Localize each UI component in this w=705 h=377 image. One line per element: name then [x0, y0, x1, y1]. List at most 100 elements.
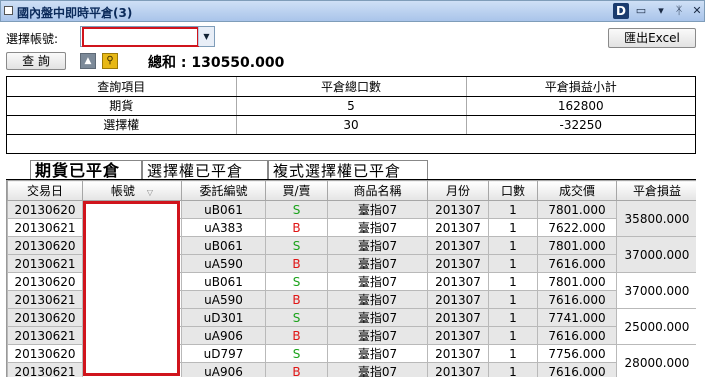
col-header-order-no[interactable]: 委託編號: [181, 180, 266, 201]
cell-price: 7616.000: [537, 290, 617, 309]
summary-cell: 5: [236, 96, 467, 116]
export-excel-button[interactable]: 匯出Excel: [608, 28, 696, 48]
cell-product: 臺指07: [327, 362, 428, 377]
grid-header-row: 交易日 帳號 ▽ 委託編號 買/賣 商品名稱 月份 口數 成交價 平倉損益: [7, 180, 696, 201]
summary-row[interactable]: 選擇權 30 -32250: [7, 115, 695, 135]
cell-product: 臺指07: [327, 200, 428, 219]
cell-pnl: 25000.000: [616, 308, 696, 345]
col-header-product[interactable]: 商品名稱: [327, 180, 428, 201]
cell-month: 201307: [427, 200, 489, 219]
cell-price: 7616.000: [537, 254, 617, 273]
col-header-price[interactable]: 成交價: [537, 180, 617, 201]
cell-side: S: [265, 200, 328, 219]
cell-product: 臺指07: [327, 290, 428, 309]
tab-futures-closed[interactable]: 期貨已平倉: [30, 160, 142, 180]
cell-price: 7756.000: [537, 344, 617, 363]
cell-month: 201307: [427, 344, 489, 363]
search-key-icon[interactable]: ⚲: [102, 53, 118, 69]
cell-side: B: [265, 362, 328, 377]
cell-side: S: [265, 236, 328, 255]
sort-icon[interactable]: ▽: [147, 188, 153, 197]
cell-date: 20130620: [7, 344, 83, 363]
title-bar: 國內盤中即時平倉(3) D ▭ ▾ ᛡ ✕: [0, 0, 705, 22]
cell-date: 20130620: [7, 236, 83, 255]
summary-header-row: 查詢項目 平倉總口數 平倉損益小計: [7, 77, 695, 97]
cell-qty: 1: [488, 200, 538, 219]
account-label: 選擇帳號:: [6, 32, 59, 46]
col-header-side[interactable]: 買/賣: [265, 180, 328, 201]
cell-product: 臺指07: [327, 326, 428, 345]
close-icon[interactable]: ✕: [689, 3, 705, 19]
cell-product: 臺指07: [327, 254, 428, 273]
cell-month: 201307: [427, 290, 489, 309]
cell-side: B: [265, 218, 328, 237]
cell-price: 7616.000: [537, 326, 617, 345]
col-header-account[interactable]: 帳號 ▽: [82, 180, 182, 201]
cell-date: 20130620: [7, 308, 83, 327]
window-title: 國內盤中即時平倉(3): [17, 6, 133, 20]
cell-product: 臺指07: [327, 308, 428, 327]
cell-qty: 1: [488, 218, 538, 237]
window-layout-icon[interactable]: ▭: [633, 3, 649, 19]
redacted-account-box: [82, 27, 199, 47]
cell-date: 20130620: [7, 200, 83, 219]
cell-order-no: uA590: [181, 254, 266, 273]
summary-cell: -32250: [466, 115, 695, 135]
collapse-up-icon[interactable]: ▲: [80, 53, 96, 69]
cell-price: 7801.000: [537, 236, 617, 255]
col-header-date[interactable]: 交易日: [7, 180, 83, 201]
cell-side: S: [265, 308, 328, 327]
app-logo-icon[interactable]: D: [613, 3, 629, 19]
cell-month: 201307: [427, 236, 489, 255]
cell-date: 20130621: [7, 254, 83, 273]
cell-order-no: uA383: [181, 218, 266, 237]
tab-combo-options-closed[interactable]: 複式選擇權已平倉: [268, 160, 428, 180]
account-select[interactable]: ▼: [80, 26, 215, 47]
cell-price: 7616.000: [537, 362, 617, 377]
summary-header[interactable]: 平倉損益小計: [466, 77, 695, 97]
cell-order-no: uA590: [181, 290, 266, 309]
cell-product: 臺指07: [327, 272, 428, 291]
cell-date: 20130621: [7, 290, 83, 309]
cell-qty: 1: [488, 344, 538, 363]
summary-cell: 期貨: [7, 96, 237, 116]
cell-month: 201307: [427, 308, 489, 327]
cell-price: 7801.000: [537, 200, 617, 219]
cell-order-no: uB061: [181, 236, 266, 255]
summary-header[interactable]: 平倉總口數: [236, 77, 467, 97]
cell-side: B: [265, 254, 328, 273]
cell-pnl: 35800.000: [616, 200, 696, 237]
col-header-month[interactable]: 月份: [427, 180, 489, 201]
col-header-qty[interactable]: 口數: [488, 180, 538, 201]
summary-row[interactable]: 期貨 5 162800: [7, 96, 695, 116]
redacted-account-column: [83, 201, 180, 376]
cell-qty: 1: [488, 326, 538, 345]
cell-side: B: [265, 290, 328, 309]
cell-order-no: uD301: [181, 308, 266, 327]
cell-price: 7622.000: [537, 218, 617, 237]
cell-product: 臺指07: [327, 218, 428, 237]
cell-pnl: 37000.000: [616, 236, 696, 273]
cell-qty: 1: [488, 254, 538, 273]
cell-date: 20130621: [7, 326, 83, 345]
cell-side: S: [265, 272, 328, 291]
chevron-down-icon[interactable]: ▼: [198, 27, 214, 46]
total-sum: 總和 : 130550.000: [148, 55, 285, 71]
cell-qty: 1: [488, 272, 538, 291]
col-header-pnl[interactable]: 平倉損益: [616, 180, 696, 201]
cell-order-no: uB061: [181, 272, 266, 291]
cell-date: 20130621: [7, 362, 83, 377]
cell-month: 201307: [427, 362, 489, 377]
dropdown-menu-icon[interactable]: ▾: [653, 3, 669, 19]
query-button[interactable]: 查 詢: [6, 52, 66, 70]
cell-price: 7801.000: [537, 272, 617, 291]
cell-pnl: 28000.000: [616, 344, 696, 377]
tab-options-closed[interactable]: 選擇權已平倉: [142, 160, 268, 180]
summary-header[interactable]: 查詢項目: [7, 77, 237, 97]
pin-icon[interactable]: ᛡ: [671, 3, 687, 19]
cell-side: B: [265, 326, 328, 345]
cell-qty: 1: [488, 290, 538, 309]
cell-month: 201307: [427, 326, 489, 345]
summary-cell: 選擇權: [7, 115, 237, 135]
col-header-account-label: 帳號: [110, 184, 135, 198]
